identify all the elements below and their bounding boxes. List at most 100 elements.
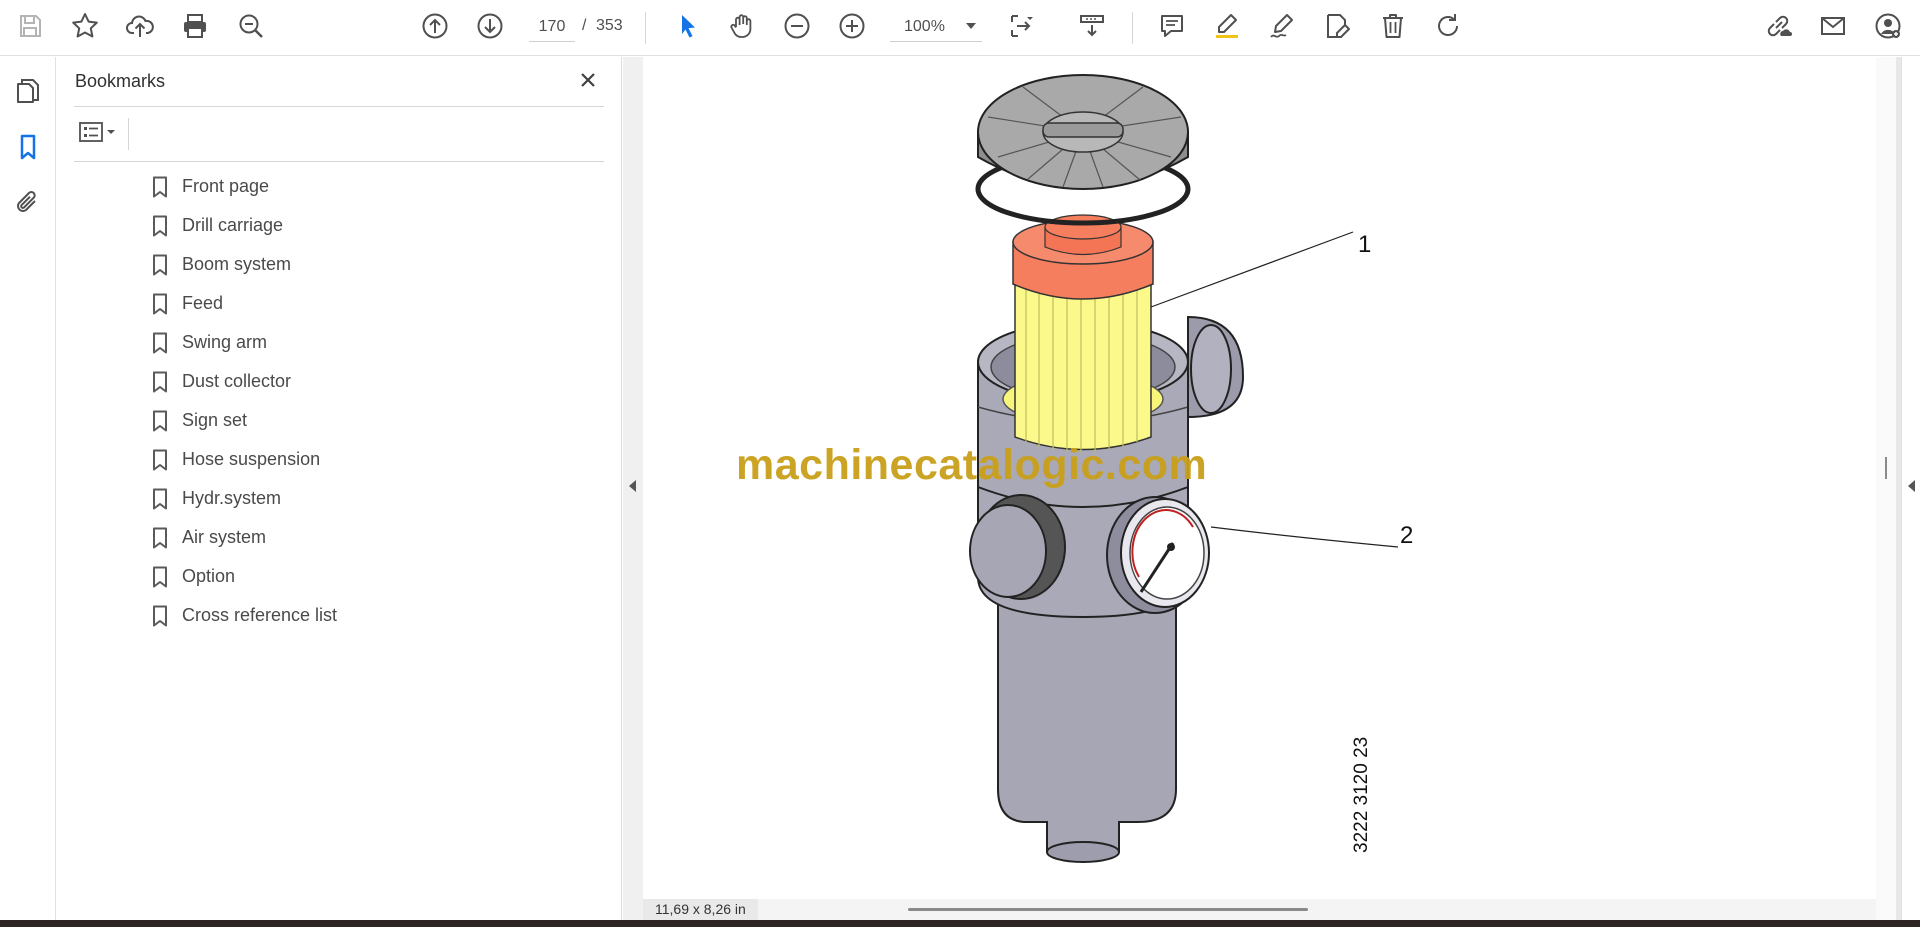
- bookmark-icon: [152, 449, 168, 471]
- bookmark-icon: [152, 566, 168, 588]
- chevron-left-icon[interactable]: [629, 480, 636, 492]
- upload-button[interactable]: [118, 6, 162, 50]
- bookmark-item[interactable]: Drill carriage: [56, 206, 566, 245]
- bookmark-item[interactable]: Swing arm: [56, 323, 566, 362]
- watermark: machinecatalogic.com: [736, 441, 1208, 489]
- share-link-button[interactable]: [1756, 6, 1800, 50]
- share-link-icon: [1763, 11, 1793, 46]
- zoom-out-button[interactable]: [775, 6, 819, 50]
- trash-icon: [1378, 11, 1408, 46]
- zoom-value: 100%: [904, 17, 945, 35]
- account-icon: [1873, 11, 1903, 46]
- print-button[interactable]: [173, 6, 217, 50]
- attachments-button[interactable]: [6, 183, 50, 227]
- cursor-icon: [673, 11, 703, 46]
- scroll-mode-button[interactable]: [1070, 6, 1114, 50]
- bookmark-label: Cross reference list: [182, 605, 338, 625]
- bookmark-label: Hose suspension: [182, 449, 321, 469]
- highlight-pen-icon: [1212, 11, 1242, 46]
- bookmark-options-button[interactable]: [74, 115, 122, 153]
- next-page-button[interactable]: [468, 6, 512, 50]
- bookmark-label: Air system: [182, 527, 267, 547]
- rotate-icon: [1433, 11, 1463, 46]
- document-viewer: machinecatalogic.com 1 2 3222 3120 23 11…: [623, 57, 1901, 920]
- bookmark-icon: [152, 527, 168, 549]
- taskbar-edge: [0, 920, 1920, 927]
- select-tool-button[interactable]: [666, 6, 710, 50]
- bookmark-item[interactable]: Hydr.system: [56, 479, 566, 518]
- panel-title: Bookmarks: [75, 71, 166, 91]
- horizontal-scroll-thumb[interactable]: [908, 908, 1308, 911]
- bookmark-label: Boom system: [182, 254, 292, 274]
- fit-page-button[interactable]: [1000, 6, 1044, 50]
- bookmark-item[interactable]: Boom system: [56, 245, 566, 284]
- bookmarks-button[interactable]: [6, 127, 50, 171]
- close-panel-button[interactable]: [571, 65, 605, 99]
- list-options-icon: [78, 120, 118, 149]
- bookmark-item[interactable]: Air system: [56, 518, 566, 557]
- vertical-scrollbar[interactable]: [1876, 57, 1896, 920]
- account-button[interactable]: [1866, 6, 1910, 50]
- chevron-down-icon: [966, 23, 976, 29]
- bookmark-icon: [152, 371, 168, 393]
- fit-page-icon: [1007, 11, 1037, 46]
- bookmark-item[interactable]: Dust collector: [56, 362, 566, 401]
- bookmark-item[interactable]: Front page: [56, 167, 566, 206]
- toolbar-divider: [1132, 12, 1133, 44]
- hand-tool-button[interactable]: [720, 6, 764, 50]
- highlight-button[interactable]: [1205, 6, 1249, 50]
- bookmark-icon: [152, 254, 168, 276]
- bookmark-item[interactable]: Option: [56, 557, 566, 596]
- star-icon: [70, 11, 100, 46]
- bookmark-icon: [152, 332, 168, 354]
- bookmark-label: Front page: [182, 176, 270, 196]
- bookmark-label: Swing arm: [182, 332, 268, 352]
- zoom-in-button[interactable]: [830, 6, 874, 50]
- bookmark-item[interactable]: Feed: [56, 284, 566, 323]
- rotate-button[interactable]: [1426, 6, 1470, 50]
- document-page: machinecatalogic.com 1 2 3222 3120 23: [643, 57, 1876, 899]
- bookmark-label: Feed: [182, 293, 224, 313]
- bookmark-icon: [152, 605, 168, 627]
- cloud-upload-icon: [125, 11, 155, 46]
- chevron-left-icon[interactable]: [1908, 480, 1915, 492]
- fill-sign-button[interactable]: [1315, 6, 1359, 50]
- panel-divider: [74, 106, 604, 107]
- collapse-panel-handle[interactable]: [623, 57, 643, 920]
- bookmarks-panel: Bookmarks Front page Drill carriage Boom s…: [56, 57, 622, 920]
- minus-circle-icon: [782, 11, 812, 46]
- print-icon: [180, 11, 210, 46]
- horizontal-scrollbar[interactable]: 11,69 x 8,26 in: [643, 899, 1876, 920]
- save-button[interactable]: [8, 6, 52, 50]
- bookmark-icon: [152, 176, 168, 198]
- bookmark-icon: [152, 410, 168, 432]
- left-navigation-rail: [0, 57, 56, 920]
- toolbar-divider: [645, 12, 646, 44]
- save-icon: [15, 11, 45, 46]
- bookmark-icon: [152, 488, 168, 510]
- panel-divider: [74, 161, 604, 162]
- comment-icon: [1157, 11, 1187, 46]
- bookmark-label: Sign set: [182, 410, 248, 430]
- previous-page-button[interactable]: [413, 6, 457, 50]
- find-button[interactable]: [229, 6, 273, 50]
- close-icon: [578, 70, 598, 95]
- bookmark-star-button[interactable]: [63, 6, 107, 50]
- email-button[interactable]: [1811, 6, 1855, 50]
- bookmark-item[interactable]: Hose suspension: [56, 440, 566, 479]
- callout-label-1: 1: [1358, 231, 1372, 258]
- vertical-scroll-grip[interactable]: [1885, 457, 1887, 479]
- comment-button[interactable]: [1150, 6, 1194, 50]
- part-number: 3222 3120 23: [1351, 736, 1372, 853]
- bookmark-item[interactable]: Cross reference list: [56, 596, 566, 635]
- bookmark-label: Drill carriage: [182, 215, 284, 235]
- page-number-input[interactable]: [529, 12, 575, 42]
- page-thumbnails-button[interactable]: [6, 71, 50, 115]
- bookmark-item[interactable]: Sign set: [56, 401, 566, 440]
- delete-button[interactable]: [1371, 6, 1415, 50]
- draw-button[interactable]: [1260, 6, 1304, 50]
- bookmark-label: Option: [182, 566, 236, 586]
- bookmark-label: Dust collector: [182, 371, 292, 391]
- right-pane-toggle[interactable]: [1901, 57, 1920, 920]
- zoom-dropdown[interactable]: 100%: [890, 12, 982, 42]
